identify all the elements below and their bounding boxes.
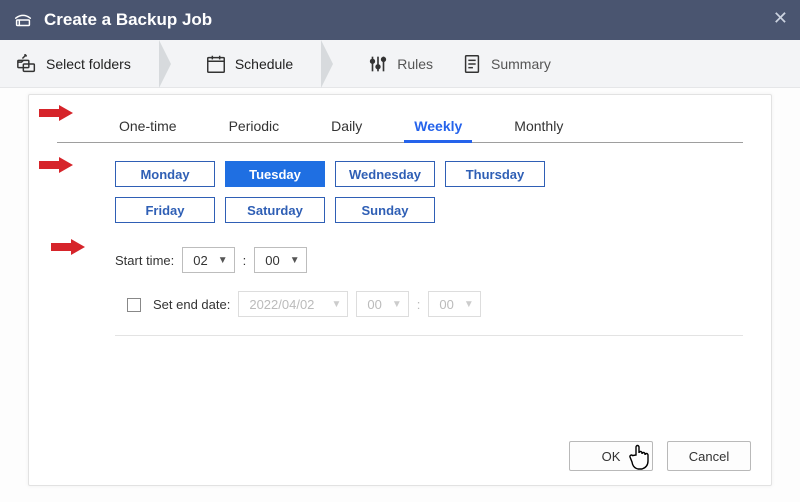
- weekday-selector: Monday Tuesday Wednesday Thursday Friday…: [57, 143, 597, 229]
- tab-daily[interactable]: Daily: [327, 118, 366, 142]
- day-saturday[interactable]: Saturday: [225, 197, 325, 223]
- title-bar: Create a Backup Job ✕: [0, 0, 800, 40]
- tab-periodic[interactable]: Periodic: [225, 118, 284, 142]
- schedule-panel: One-time Periodic Daily Weekly Monthly M…: [28, 94, 772, 486]
- step-select-folders[interactable]: Select folders: [16, 53, 131, 75]
- step-label: Rules: [397, 56, 433, 72]
- annotation-arrow: [39, 105, 73, 121]
- step-rules[interactable]: Rules: [367, 53, 433, 75]
- calendar-icon: [205, 53, 227, 75]
- end-date-row: Set end date: 2022/04/02 ▼ 00 ▼ : 00 ▼: [57, 273, 743, 317]
- sliders-icon: [367, 53, 389, 75]
- end-date-checkbox[interactable]: [127, 298, 141, 312]
- chevron-down-icon: ▼: [392, 299, 402, 310]
- start-time-label: Start time:: [115, 253, 174, 268]
- step-label: Select folders: [46, 56, 131, 72]
- end-date-label: Set end date:: [153, 297, 230, 312]
- chevron-right-icon: [321, 40, 339, 88]
- time-separator: :: [417, 297, 421, 312]
- time-separator: :: [243, 253, 247, 268]
- tab-one-time[interactable]: One-time: [115, 118, 181, 142]
- chevron-down-icon: ▼: [290, 255, 300, 266]
- step-label: Schedule: [235, 56, 293, 72]
- day-sunday[interactable]: Sunday: [335, 197, 435, 223]
- tab-weekly[interactable]: Weekly: [410, 118, 466, 142]
- chevron-down-icon: ▼: [464, 299, 474, 310]
- select-value: 00: [439, 297, 453, 312]
- folders-icon: [16, 53, 38, 75]
- day-monday[interactable]: Monday: [115, 161, 215, 187]
- end-date-select[interactable]: 2022/04/02 ▼: [238, 291, 348, 317]
- select-value: 00: [367, 297, 381, 312]
- chevron-down-icon: ▼: [218, 255, 228, 266]
- window-title: Create a Backup Job: [44, 10, 212, 30]
- chevron-down-icon: ▼: [331, 299, 341, 310]
- close-icon[interactable]: ✕: [773, 8, 788, 29]
- dialog-footer: OK Cancel: [569, 441, 751, 471]
- ok-button[interactable]: OK: [569, 441, 653, 471]
- select-value: 2022/04/02: [249, 297, 314, 312]
- end-minute-select[interactable]: 00 ▼: [428, 291, 480, 317]
- start-minute-select[interactable]: 00 ▼: [254, 247, 306, 273]
- document-icon: [461, 53, 483, 75]
- step-label: Summary: [491, 56, 551, 72]
- annotation-arrow: [39, 157, 73, 173]
- cancel-button[interactable]: Cancel: [667, 441, 751, 471]
- day-wednesday[interactable]: Wednesday: [335, 161, 435, 187]
- day-thursday[interactable]: Thursday: [445, 161, 545, 187]
- schedule-tabs: One-time Periodic Daily Weekly Monthly: [57, 111, 743, 143]
- select-value: 00: [265, 253, 279, 268]
- start-hour-select[interactable]: 02 ▼: [182, 247, 234, 273]
- chevron-right-icon: [159, 40, 177, 88]
- tab-monthly[interactable]: Monthly: [510, 118, 567, 142]
- divider: [115, 335, 743, 336]
- day-tuesday[interactable]: Tuesday: [225, 161, 325, 187]
- day-friday[interactable]: Friday: [115, 197, 215, 223]
- wizard-stepper: Select folders Schedule Rules Summary: [0, 40, 800, 88]
- step-schedule[interactable]: Schedule: [205, 53, 293, 75]
- annotation-arrow: [51, 239, 85, 255]
- end-hour-select[interactable]: 00 ▼: [356, 291, 408, 317]
- nas-icon: [12, 9, 34, 31]
- select-value: 02: [193, 253, 207, 268]
- start-time-row: Start time: 02 ▼ : 00 ▼: [57, 229, 743, 273]
- step-summary[interactable]: Summary: [461, 53, 551, 75]
